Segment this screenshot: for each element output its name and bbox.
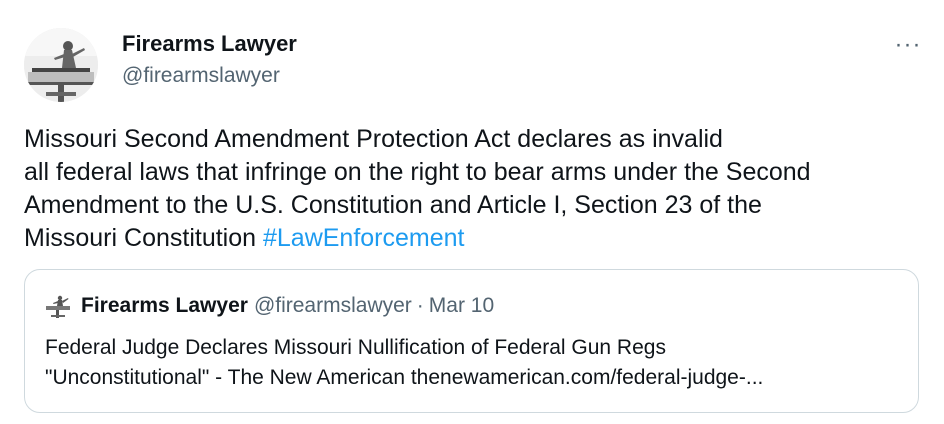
more-horizontal-icon: ··· (894, 31, 922, 58)
tweet-text-line: Amendment to the U.S. Constitution and A… (24, 191, 762, 219)
tweet-text-line: Missouri Second Amendment Protection Act… (24, 125, 723, 153)
hashtag-link[interactable]: #LawEnforcement (263, 224, 465, 252)
quoted-tweet-card[interactable]: Firearms Lawyer @firearmslawyer · Mar 10… (24, 269, 919, 413)
avatar-image (24, 28, 98, 102)
quoted-tweet-text: Federal Judge Declares Missouri Nullific… (45, 333, 905, 393)
quoted-tweet-header: Firearms Lawyer @firearmslawyer · Mar 10 (45, 292, 494, 320)
tweet: Firearms Lawyer @firearmslawyer ··· Miss… (0, 0, 944, 424)
tweet-text-segment: Missouri Constitution (24, 224, 263, 252)
quoted-author-avatar[interactable] (45, 293, 71, 319)
author-name[interactable]: Firearms Lawyer (122, 31, 297, 57)
tweet-text-line: Missouri Constitution #LawEnforcement (24, 222, 924, 255)
quoted-tweet-text-line: "Unconstitutional" - The New American th… (45, 366, 764, 389)
tweet-text: Missouri Second Amendment Protection Act… (24, 123, 924, 255)
quoted-author-handle[interactable]: @firearmslawyer (254, 294, 412, 318)
more-options-button[interactable]: ··· (888, 28, 928, 62)
tweet-text-line: all federal laws that infringe on the ri… (24, 158, 811, 186)
author-handle[interactable]: @firearmslawyer (122, 63, 280, 89)
separator-dot: · (416, 294, 424, 317)
quoted-tweet-text-line: Federal Judge Declares Missouri Nullific… (45, 336, 666, 359)
quoted-tweet-date[interactable]: Mar 10 (429, 294, 494, 318)
author-avatar[interactable] (24, 28, 98, 102)
quoted-author-name[interactable]: Firearms Lawyer (81, 294, 248, 318)
